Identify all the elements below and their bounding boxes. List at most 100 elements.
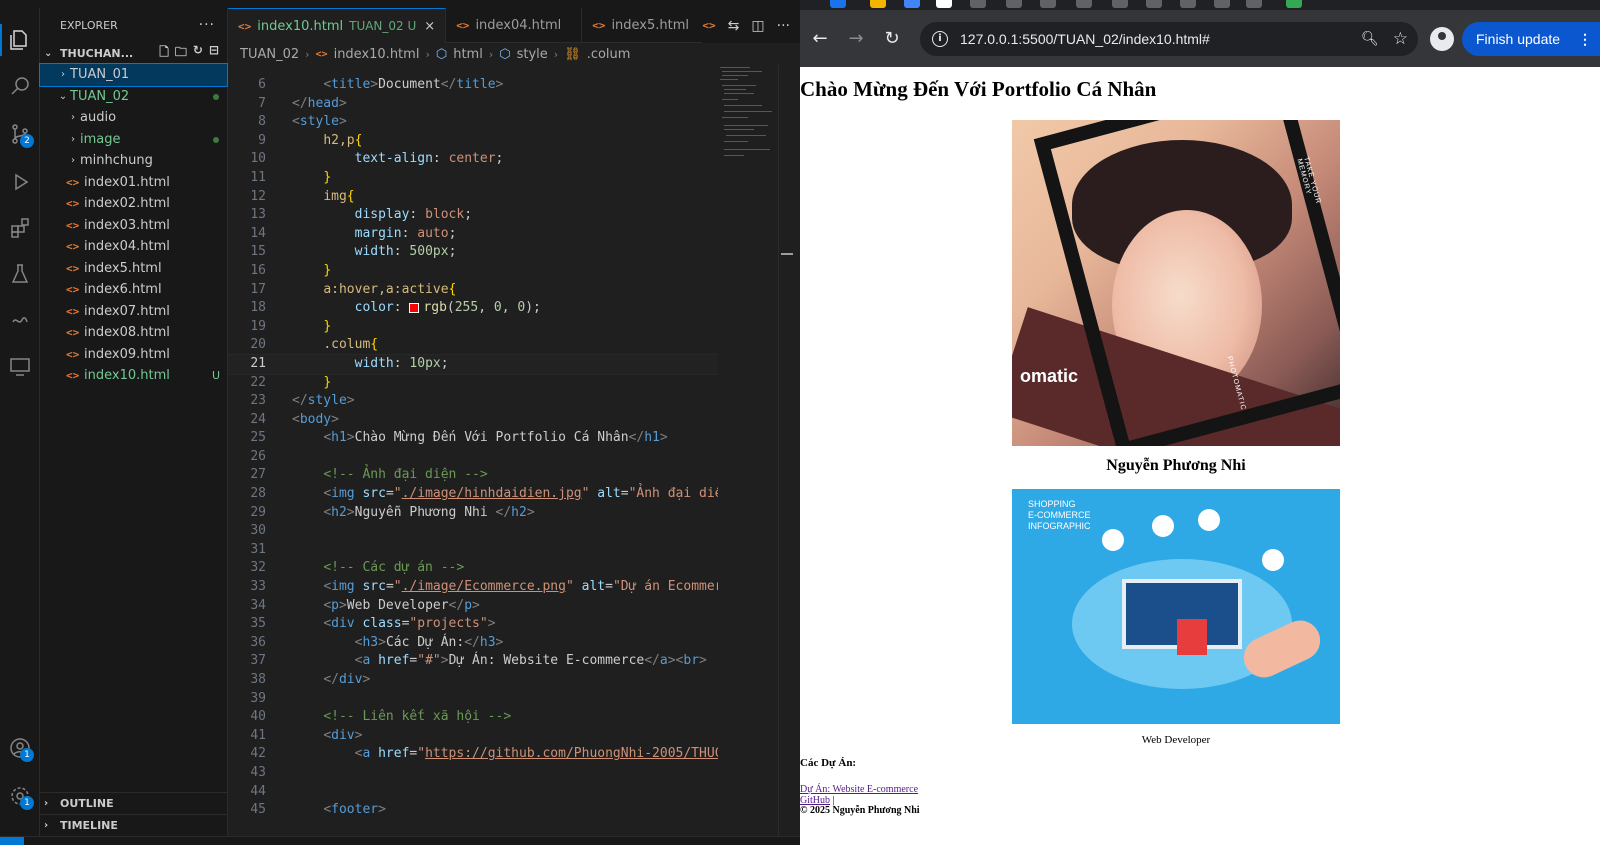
explorer-files-icon[interactable]	[0, 20, 40, 60]
git-status-dot	[205, 90, 227, 103]
address-url[interactable]: 127.0.0.1:5500/TUAN_02/index10.html#	[960, 31, 1361, 47]
scrollbar-thumb[interactable]	[781, 253, 793, 255]
new-folder-icon[interactable]: 🗀	[175, 43, 187, 64]
status-bar	[0, 836, 800, 845]
address-bar[interactable]: i 127.0.0.1:5500/TUAN_02/index10.html# 🔍…	[920, 22, 1418, 56]
kebab-menu-icon[interactable]: ⋮	[1578, 31, 1592, 48]
more-actions-icon[interactable]: ···	[777, 18, 790, 34]
tab-index04[interactable]: <> index04.html	[446, 8, 583, 43]
tree-file[interactable]: <> index02.html	[40, 193, 227, 215]
code-line: 38 </div>	[250, 672, 371, 687]
code-line: 39	[250, 690, 266, 706]
explorer-header: EXPLORER ···	[40, 8, 227, 42]
tree-folder[interactable]: › TUAN_01	[39, 63, 228, 87]
tree-folder[interactable]: › image	[40, 129, 227, 151]
zoom-magnifier-icon[interactable]: 🔍︎	[1361, 31, 1379, 47]
remote-indicator-button[interactable]	[0, 837, 24, 845]
code-line: 9 h2,p{	[258, 132, 363, 148]
code-line: 11 }	[250, 169, 332, 185]
finish-update-button[interactable]: Finish update ⋮	[1462, 22, 1600, 56]
refresh-icon[interactable]: ↻	[193, 43, 203, 64]
settings-gear-icon[interactable]: 1	[0, 776, 40, 816]
browser-tab[interactable]	[1286, 0, 1302, 8]
browser-tab[interactable]	[1112, 0, 1128, 8]
color-swatch-icon[interactable]	[409, 302, 420, 313]
tree-folder[interactable]: › audio	[40, 107, 227, 129]
compare-changes-icon[interactable]: ⇆	[728, 18, 740, 34]
project-link[interactable]: Dự Án: Website E-commerce	[800, 784, 918, 795]
timeline-section[interactable]: › TIMELINE	[40, 814, 228, 836]
breadcrumb-item[interactable]: index10.html	[334, 47, 420, 62]
browser-tab[interactable]	[830, 0, 846, 8]
editor-scrollbar[interactable]	[778, 65, 793, 836]
new-file-icon[interactable]: 🗋	[159, 43, 169, 64]
browser-tab[interactable]	[970, 0, 986, 8]
split-editor-icon[interactable]: ◫	[751, 18, 764, 34]
accounts-icon[interactable]: 1	[0, 728, 40, 768]
tab-index10[interactable]: <> index10.html TUAN_02 U ×	[228, 8, 447, 43]
close-icon[interactable]: ×	[424, 19, 435, 34]
tree-file[interactable]: <> index03.html	[40, 215, 227, 237]
tab-path: TUAN_02 U	[349, 19, 417, 33]
browser-tab[interactable]	[1180, 0, 1196, 8]
code-line: 32 <!-- Các dự án -->	[250, 560, 465, 576]
file-tree: › TUAN_01 ⌄ TUAN_02 › audio › image › minhchung <>…	[39, 63, 228, 387]
workspace-folder-header[interactable]: ⌄ THUCHAN... 🗋 🗀 ↻ ⊟	[40, 42, 227, 64]
tree-folder[interactable]: ⌄ TUAN_02	[40, 86, 227, 108]
tree-file[interactable]: <> index09.html	[40, 344, 227, 366]
tree-file[interactable]: <> index08.html	[40, 322, 227, 344]
browser-tab[interactable]	[1214, 0, 1230, 8]
tree-file[interactable]: <> index07.html	[40, 301, 227, 323]
collapse-all-icon[interactable]: ⊟	[209, 43, 219, 64]
site-info-icon[interactable]: i	[932, 31, 948, 47]
browser-tab[interactable]	[1076, 0, 1092, 8]
forward-arrow-icon[interactable]: →	[838, 21, 874, 57]
browser-tab[interactable]	[1146, 0, 1162, 8]
tab-index5[interactable]: <> index5.html	[582, 8, 713, 43]
testing-flask-icon[interactable]	[0, 254, 40, 294]
bookmark-star-icon[interactable]: ☆	[1393, 29, 1408, 49]
profile-avatar-icon[interactable]	[1430, 27, 1454, 51]
breadcrumb-item[interactable]: style	[517, 47, 548, 62]
breadcrumb-item[interactable]: TUAN_02	[240, 47, 299, 62]
code-line: 15 width: 500px;	[250, 244, 457, 260]
explorer-more-actions-icon[interactable]: ···	[199, 17, 215, 33]
page-footer: © 2025 Nguyễn Phương Nhi	[800, 805, 920, 816]
breadcrumb: TUAN_02 › <> index10.html › ⬡ html › ⬡ s…	[228, 43, 800, 65]
tree-item-label: index10.html	[84, 368, 170, 384]
browser-tab[interactable]	[1006, 0, 1022, 8]
tree-file[interactable]: <> index10.html U	[40, 365, 227, 387]
browser-tab[interactable]	[1040, 0, 1056, 8]
html-file-icon: <>	[456, 19, 470, 32]
tree-folder[interactable]: › minhchung	[40, 150, 227, 172]
minimap[interactable]	[718, 65, 778, 265]
tree-file[interactable]: <> index01.html	[40, 172, 227, 194]
browser-window: ← → ↻ i 127.0.0.1:5500/TUAN_02/index10.h…	[800, 0, 1600, 845]
git-status-badge: U	[211, 369, 221, 383]
tree-file[interactable]: <> index5.html	[40, 258, 227, 280]
browser-tab[interactable]	[1246, 0, 1262, 8]
outline-section[interactable]: › OUTLINE	[40, 792, 228, 814]
search-icon[interactable]	[0, 66, 40, 106]
browser-tab[interactable]	[936, 0, 952, 8]
code-line: 17 a:hover,a:active{	[250, 281, 457, 297]
tree-item-label: index07.html	[84, 303, 170, 319]
reload-icon[interactable]: ↻	[874, 21, 910, 57]
live-share-icon[interactable]	[0, 346, 40, 386]
browser-tab[interactable]	[904, 0, 920, 8]
breadcrumb-item[interactable]: html	[453, 47, 483, 62]
code-editor[interactable]: 6 <title>Document</title> 7 </head> 8 <sty…	[228, 76, 718, 836]
browser-tab[interactable]	[870, 0, 886, 8]
chevron-right-icon: ›	[553, 47, 559, 61]
chevron-right-icon: ›	[71, 112, 75, 124]
run-debug-icon[interactable]	[0, 162, 40, 202]
source-control-icon[interactable]: 2	[0, 114, 40, 154]
tree-file[interactable]: <> index6.html	[40, 279, 227, 301]
code-line: 29 <h2>Nguyễn Phương Nhi </h2>	[250, 504, 535, 520]
code-line: 25 <h1>Chào Mừng Đến Với Portfolio Cá Nh…	[250, 430, 668, 446]
back-arrow-icon[interactable]: ←	[802, 21, 838, 57]
extensions-icon[interactable]	[0, 208, 40, 248]
breadcrumb-item[interactable]: .colum	[587, 47, 631, 62]
tree-file[interactable]: <> index04.html	[40, 236, 227, 258]
remote-explorer-icon[interactable]	[0, 300, 40, 340]
